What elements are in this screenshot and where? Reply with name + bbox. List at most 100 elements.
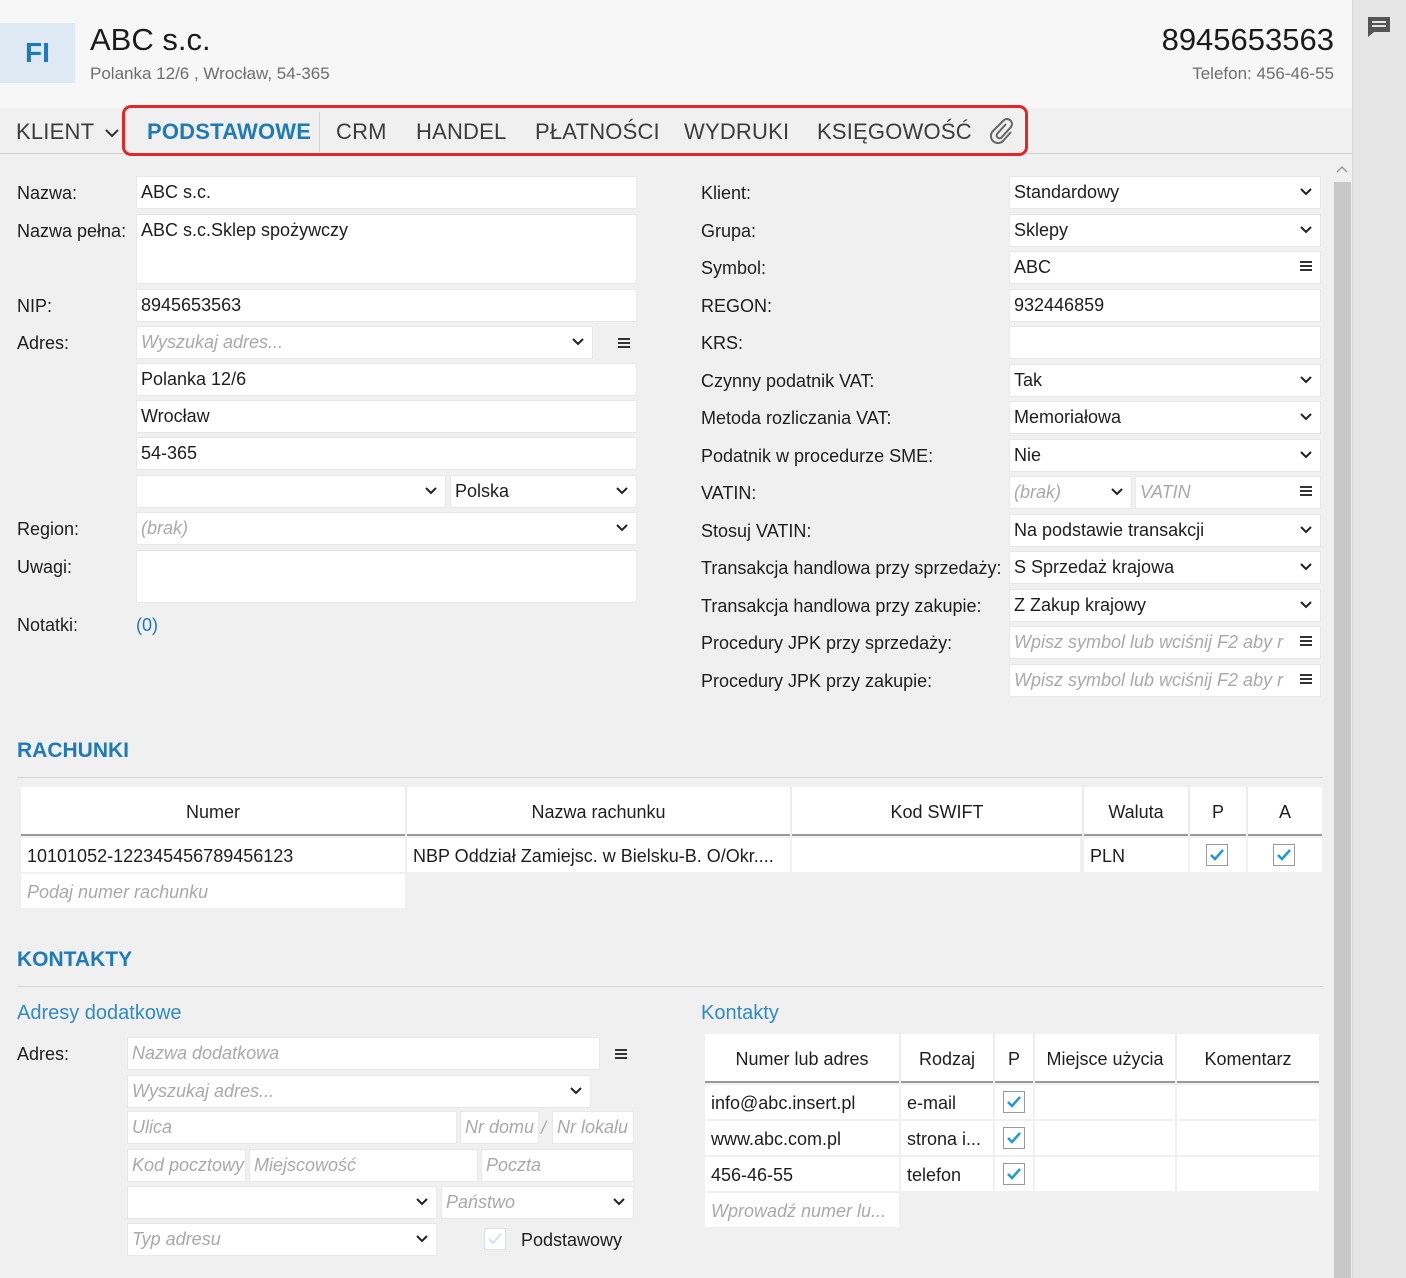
grupa-dropdown[interactable]: Sklepy [1009,214,1321,247]
kontakt-komentarz[interactable] [1177,1085,1319,1119]
panstwo-dropdown[interactable]: Państwo [441,1186,634,1219]
rachunek-p-checkbox[interactable] [1206,844,1228,866]
trans-sprzedaz-dropdown[interactable]: S Sprzedaż krajowa [1009,551,1321,584]
podstawowy-checkbox[interactable] [484,1228,506,1250]
nazwa-dodatkowa-input[interactable]: Nazwa dodatkowa [127,1037,600,1070]
col-komentarz[interactable]: Komentarz [1177,1049,1319,1070]
vat-dropdown[interactable]: Tak [1009,364,1321,397]
nazwa-input[interactable]: ABC s.c. [136,176,637,209]
kontakt-komentarz[interactable] [1177,1157,1319,1191]
nazwa-pelna-input[interactable]: ABC s.c.Sklep spożywczy [136,214,637,284]
sme-dropdown[interactable]: Nie [1009,439,1321,472]
col-p[interactable]: P [995,1049,1033,1070]
kontakt-p-checkbox[interactable] [1003,1127,1025,1149]
col-rodzaj[interactable]: Rodzaj [901,1049,993,1070]
menu-lines-icon[interactable] [1298,633,1314,649]
rachunek-nazwa[interactable]: NBP Oddział Zamiejsc. w Bielsku-B. O/Okr… [407,838,790,872]
tabs-highlight-box [122,105,1028,156]
kontakt-p-checkbox[interactable] [1003,1091,1025,1113]
kontakt-numer[interactable]: www.abc.com.pl [705,1121,899,1155]
col-a[interactable]: A [1248,802,1322,823]
rachunek-a-checkbox[interactable] [1273,844,1295,866]
wojewodztwo-dropdown[interactable] [127,1186,437,1219]
jpk-sprzedaz-input[interactable]: Wpisz symbol lub wciśnij F2 aby r [1009,626,1321,659]
kontakt-rodzaj[interactable]: strona i... [901,1121,993,1155]
scrollbar-thumb[interactable] [1334,182,1351,1278]
menu-lines-icon[interactable] [1298,671,1314,687]
nr-lokalu-input[interactable]: Nr lokalu [552,1111,634,1144]
client-menu[interactable]: KLIENT [16,119,120,145]
new-kontakt-input[interactable]: Wprowadź numer lu... [705,1193,899,1227]
trans-sprzedaz-label: Transakcja handlowa przy sprzedaży: [701,558,1002,578]
col-nazwa-rachunku[interactable]: Nazwa rachunku [407,802,790,823]
col-kod-swift[interactable]: Kod SWIFT [792,802,1082,823]
postal-code-input[interactable]: 54-365 [136,437,637,470]
kontakt-numer[interactable]: 456-46-55 [705,1157,899,1191]
stosuj-vatin-label: Stosuj VATIN: [701,521,812,541]
client-title: ABC s.c. [90,22,211,57]
chevron-down-icon [611,1194,627,1210]
vat-value: Tak [1014,370,1043,390]
sme-label: Podatnik w procedurze SME: [701,446,934,466]
address-search-dropdown[interactable]: Wyszukaj adres... [136,326,593,359]
klient-dropdown[interactable]: Standardowy [1009,176,1321,209]
menu-lines-icon[interactable] [615,335,633,351]
poczta-input[interactable]: Poczta [481,1149,634,1182]
miejscowosc-input[interactable]: Miejscowość [249,1149,478,1182]
kontakt-miejsce[interactable] [1035,1085,1175,1119]
kontakty-section-title: KONTAKTY [17,948,133,971]
typ-adresu-dropdown[interactable]: Typ adresu [127,1223,437,1256]
nr-domu-input[interactable]: Nr domu [460,1111,539,1144]
ulica-input[interactable]: Ulica [127,1111,457,1144]
krs-input[interactable] [1009,326,1321,359]
trans-zakup-dropdown[interactable]: Z Zakup krajowy [1009,589,1321,622]
rachunki-title: RACHUNKI [17,739,129,762]
notatki-link[interactable]: (0) [136,615,158,636]
nazwa-label: Nazwa: [17,183,78,203]
col-numer-lub-adres[interactable]: Numer lub adres [705,1049,899,1070]
street-input[interactable]: Polanka 12/6 [136,363,637,396]
nip-input[interactable]: 8945653563 [136,289,637,322]
kontakty-title: Kontakty [701,1002,779,1024]
kontakt-miejsce[interactable] [1035,1157,1175,1191]
scroll-up-icon[interactable] [1335,160,1349,174]
kontakt-p-checkbox[interactable] [1003,1163,1025,1185]
grupa-value: Sklepy [1014,220,1069,240]
rachunek-waluta[interactable]: PLN [1084,838,1188,872]
kontakt-rodzaj[interactable]: e-mail [901,1085,993,1119]
client-nip-display: 8945653563 [1161,22,1334,57]
menu-lines-icon[interactable] [612,1046,630,1062]
col-waluta[interactable]: Waluta [1084,802,1188,823]
chevron-down-icon [105,129,119,138]
grupa-label: Grupa: [701,221,757,241]
vatin-placeholder: VATIN [1140,482,1191,502]
kontakt-miejsce[interactable] [1035,1121,1175,1155]
kontakt-rodzaj[interactable]: telefon [901,1157,993,1191]
vatin-input[interactable]: VATIN [1135,476,1321,509]
col-numer[interactable]: Numer [21,802,405,823]
rachunek-numer[interactable]: 10101052-122345456789456123 [21,838,405,872]
col-miejsce-uzycia[interactable]: Miejsce użycia [1035,1049,1175,1070]
kontakt-numer[interactable]: info@abc.insert.pl [705,1085,899,1119]
jpk-zakup-input[interactable]: Wpisz symbol lub wciśnij F2 aby r [1009,664,1321,697]
new-rachunek-input[interactable]: Podaj numer rachunku [21,874,405,908]
region-dropdown[interactable]: (brak) [136,512,637,545]
menu-lines-icon[interactable] [1298,258,1314,274]
col-p[interactable]: P [1190,802,1246,823]
province-dropdown[interactable] [136,475,446,508]
kod-pocztowy-input[interactable]: Kod pocztowy [127,1149,246,1182]
metoda-dropdown[interactable]: Memoriałowa [1009,401,1321,434]
kontakt-komentarz[interactable] [1177,1121,1319,1155]
symbol-input[interactable]: ABC [1009,251,1321,284]
rachunek-swift[interactable] [792,838,1080,872]
dodatkowy-address-search[interactable]: Wyszukaj adres... [127,1075,591,1108]
city-input[interactable]: Wrocław [136,400,637,433]
stosuj-vatin-dropdown[interactable]: Na podstawie transakcji [1009,514,1321,547]
country-dropdown[interactable]: Polska [450,475,637,508]
chevron-down-icon [1298,447,1314,463]
uwagi-input[interactable] [136,550,637,603]
comment-icon[interactable] [1366,16,1392,38]
menu-lines-icon[interactable] [1298,483,1314,499]
regon-input[interactable]: 932446859 [1009,289,1321,322]
vatin-country-dropdown[interactable]: (brak) [1009,476,1132,509]
